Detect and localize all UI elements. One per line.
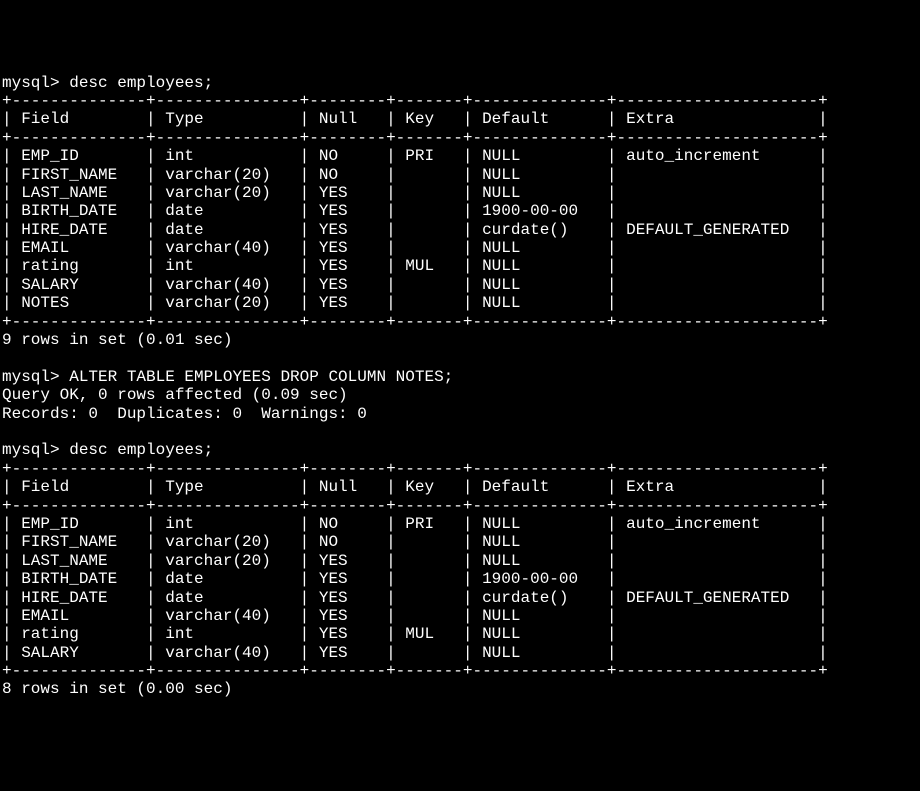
mysql-terminal[interactable]: mysql> desc employees; +--------------+-…	[0, 74, 920, 699]
